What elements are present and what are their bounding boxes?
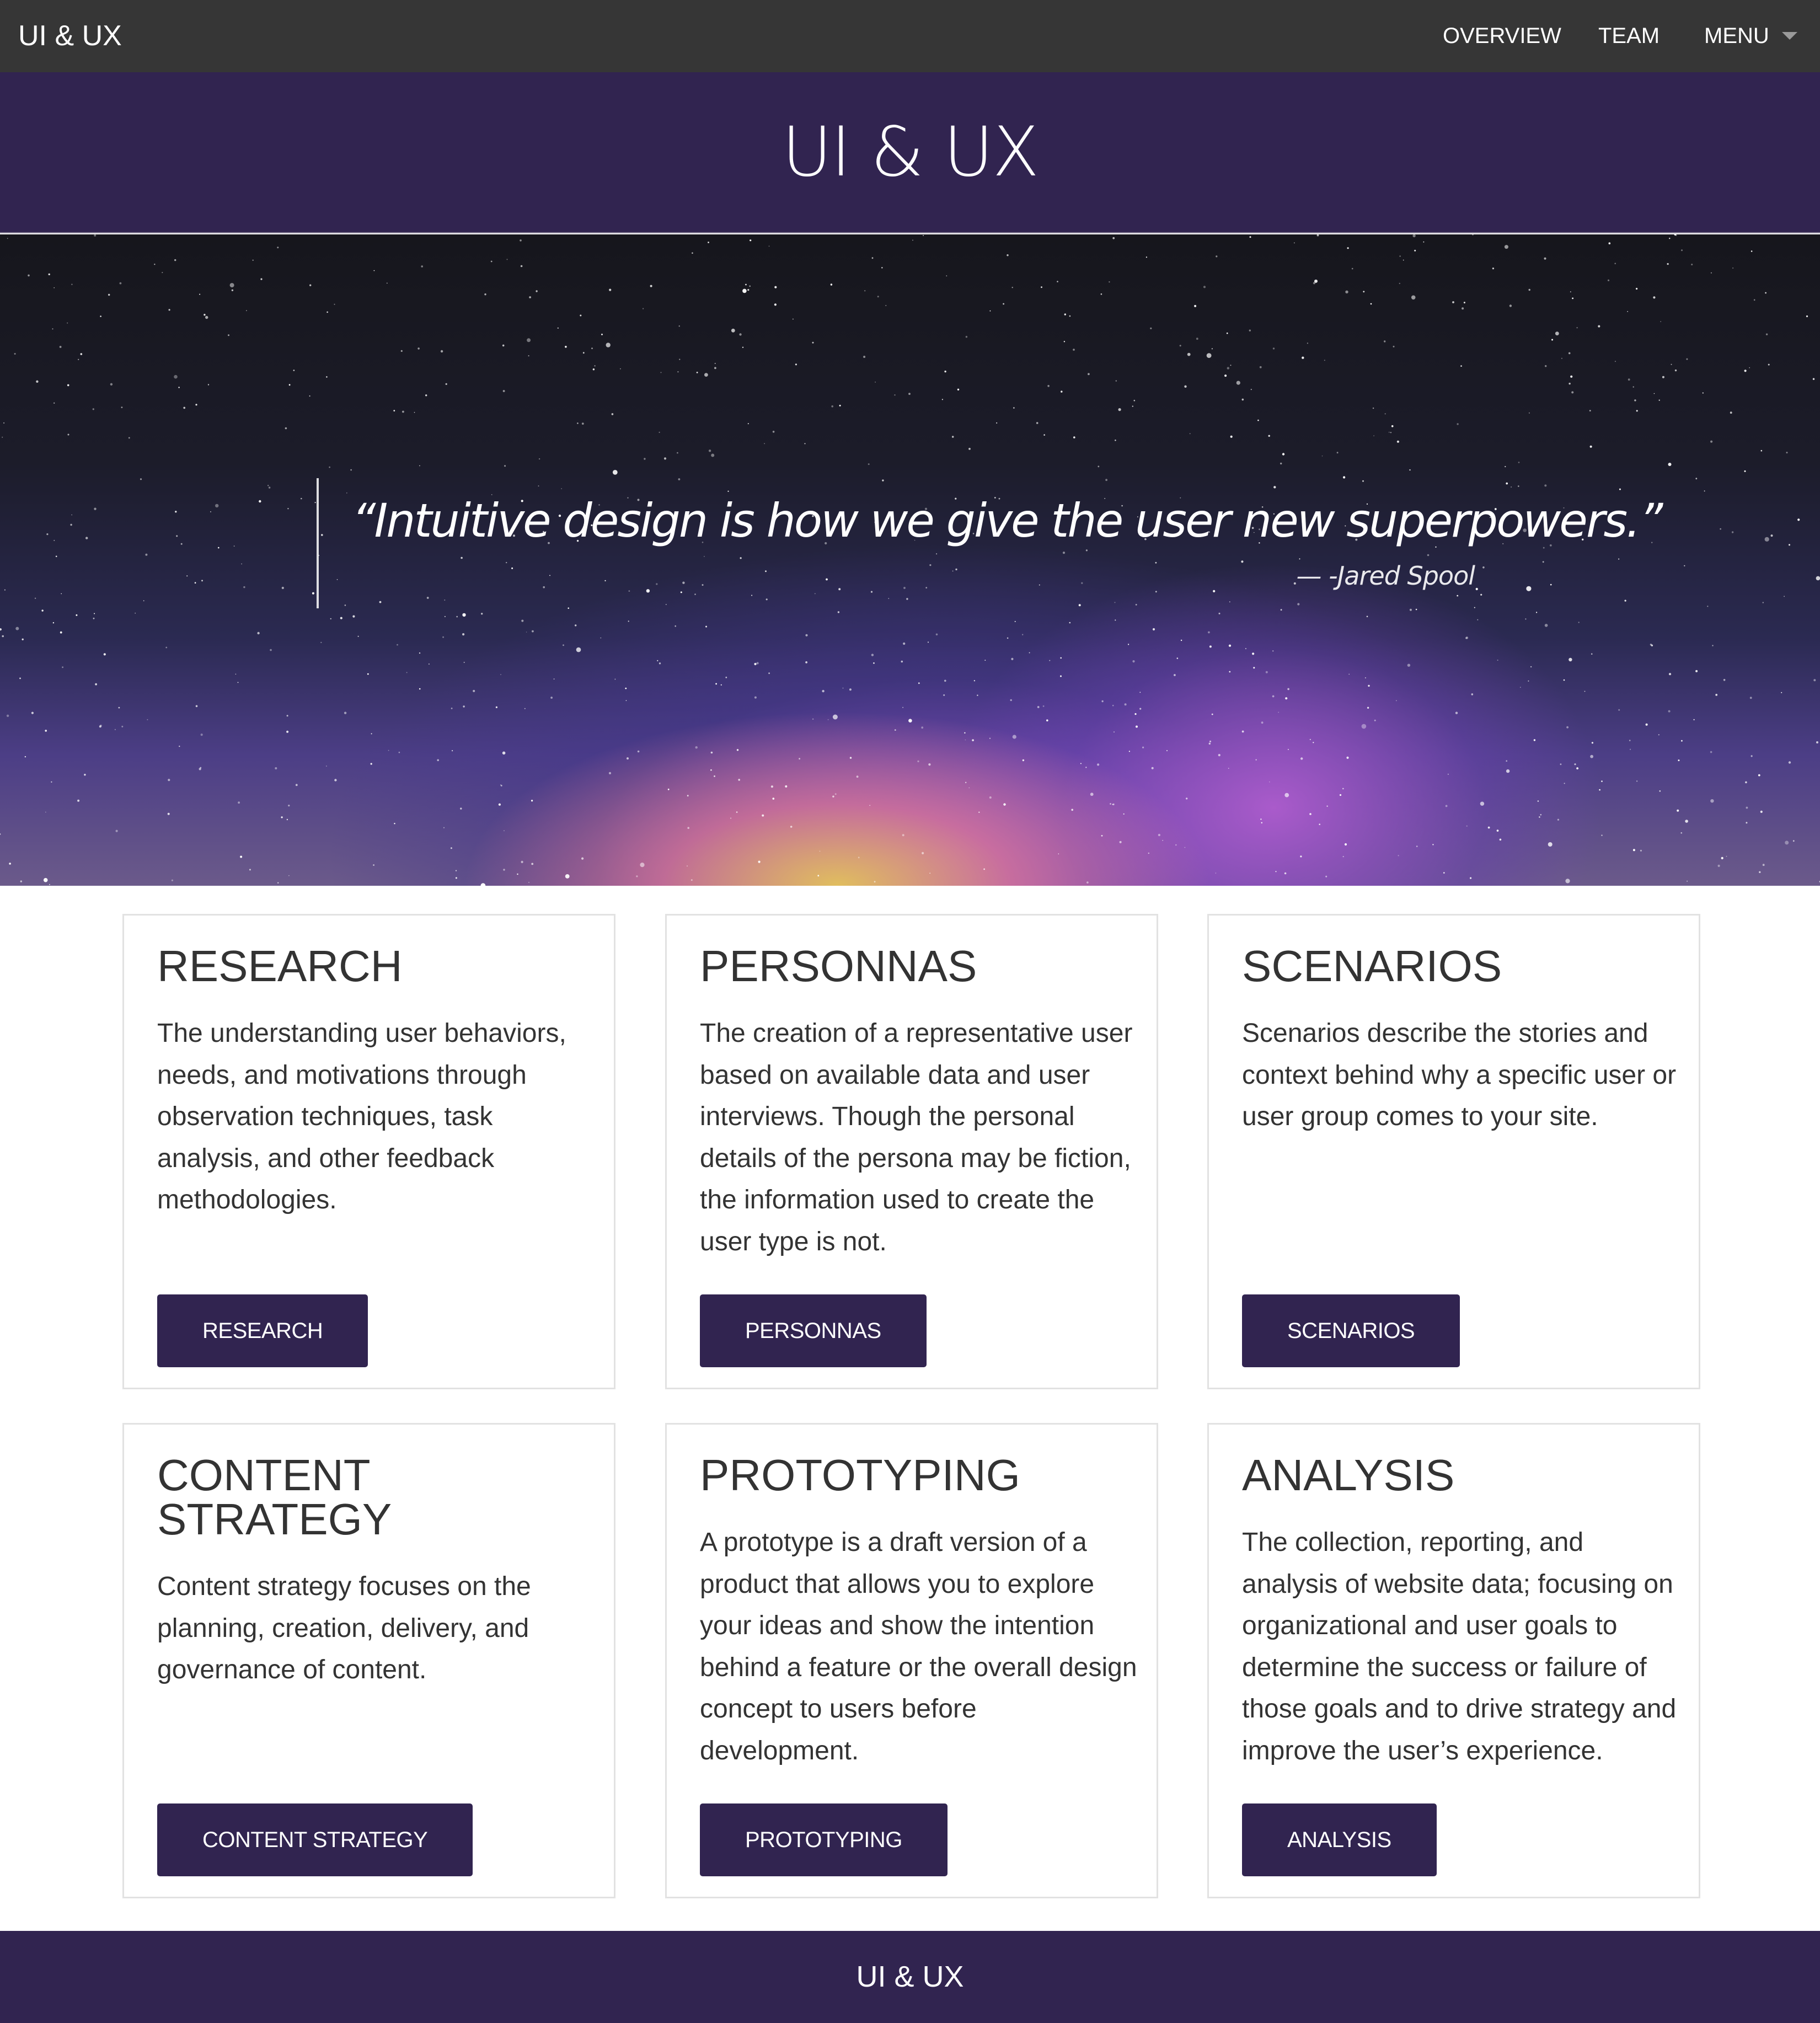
card-research: RESEARCH The understanding user behavior… xyxy=(122,914,615,1389)
hero-quote: “Intuitive design is how we give the use… xyxy=(317,478,1663,608)
quote-text: “Intuitive design is how we give the use… xyxy=(352,494,1663,548)
card-title: PROTOTYPING xyxy=(700,1451,1020,1500)
card-title: RESEARCH xyxy=(157,941,403,991)
personnas-button[interactable]: PERSONNAS xyxy=(700,1294,927,1367)
card-description: Content strategy focuses on the planning… xyxy=(157,1572,531,1684)
nav-menu-dropdown[interactable]: MENU xyxy=(1704,0,1820,72)
nav-link-team[interactable]: TEAM xyxy=(1598,0,1660,72)
page-title: UI & UX xyxy=(781,113,1040,192)
research-button[interactable]: RESEARCH xyxy=(157,1294,368,1367)
analysis-button[interactable]: ANALYSIS xyxy=(1242,1803,1437,1876)
top-navbar: UI & UX OVERVIEW TEAM MENU xyxy=(0,0,1820,72)
nav-link-menu-label: MENU xyxy=(1704,24,1769,48)
footer-text: UI & UX xyxy=(856,1960,964,1993)
scenarios-button[interactable]: SCENARIOS xyxy=(1242,1294,1460,1367)
card-description: Scenarios describe the stories and conte… xyxy=(1242,1019,1677,1131)
card-scenarios: SCENARIOS Scenarios describe the stories… xyxy=(1207,914,1700,1389)
card-description: A prototype is a draft version of a prod… xyxy=(700,1528,1137,1765)
nav-link-overview[interactable]: OVERVIEW xyxy=(1443,0,1561,72)
page-header: UI & UX xyxy=(0,72,1820,233)
card-content-strategy: CONTENT STRATEGY Content strategy focuse… xyxy=(122,1423,615,1898)
card-title: CONTENT STRATEGY xyxy=(157,1451,392,1544)
card-title: SCENARIOS xyxy=(1242,941,1502,991)
hero-banner: “Intuitive design is how we give the use… xyxy=(0,234,1820,886)
card-description: The understanding user behaviors, needs,… xyxy=(157,1019,566,1214)
card-title: PERSONNAS xyxy=(700,941,977,991)
card-description: The collection, reporting, and analysis … xyxy=(1242,1528,1677,1765)
caret-down-icon xyxy=(1782,32,1797,40)
card-analysis: ANALYSIS The collection, reporting, and … xyxy=(1207,1423,1700,1898)
prototyping-button[interactable]: PROTOTYPING xyxy=(700,1803,948,1876)
page-footer: UI & UX xyxy=(0,1931,1820,2023)
brand-link[interactable]: UI & UX xyxy=(18,0,122,72)
quote-citation: — -Jared Spool xyxy=(1296,561,1475,591)
content-strategy-button[interactable]: CONTENT STRATEGY xyxy=(157,1803,473,1876)
card-personnas: PERSONNAS The creation of a representati… xyxy=(665,914,1158,1389)
card-title: ANALYSIS xyxy=(1242,1451,1455,1500)
card-description: The creation of a representative user ba… xyxy=(700,1019,1133,1256)
card-prototyping: PROTOTYPING A prototype is a draft versi… xyxy=(665,1423,1158,1898)
